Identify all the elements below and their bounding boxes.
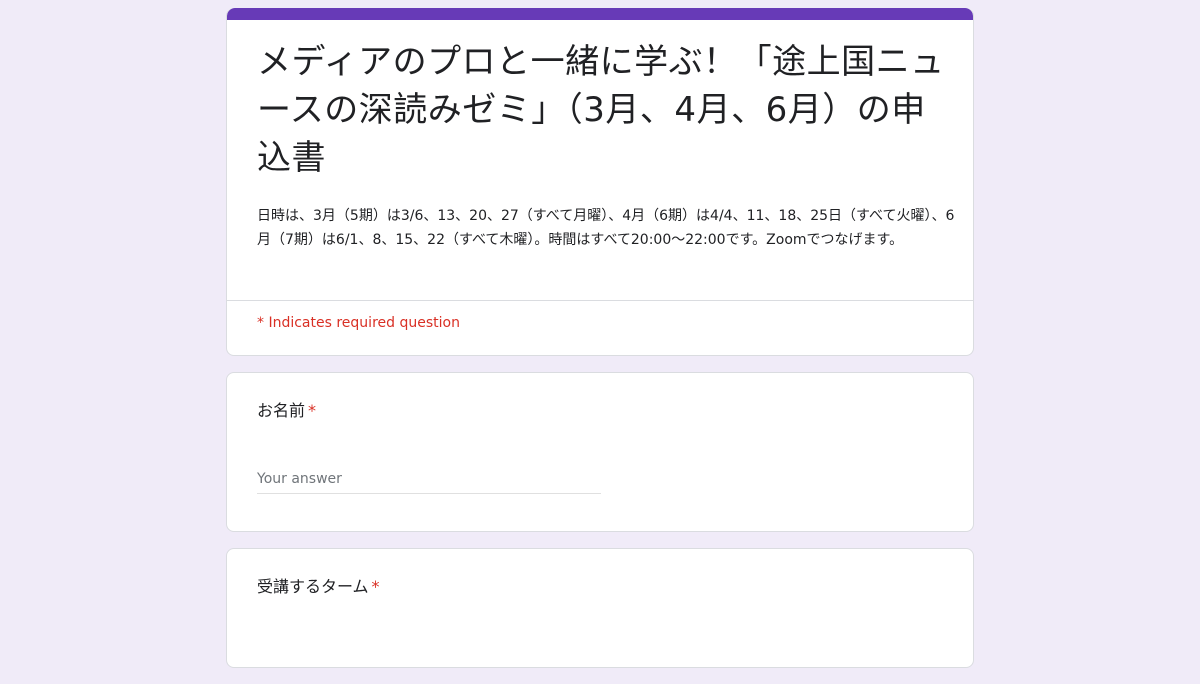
question-label: 受講するターム	[257, 577, 369, 596]
question-label: お名前	[257, 401, 306, 420]
required-star: *	[308, 401, 317, 420]
required-note: * Indicates required question	[257, 315, 460, 331]
question-card-term: 受講するターム *	[226, 548, 974, 668]
form-title: メディアのプロと一緒に学ぶ！「途上国ニュースの深読みゼミ」（3月、4月、6月）の…	[257, 42, 945, 178]
form-column: メディアのプロと一緒に学ぶ！「途上国ニュースの深読みゼミ」（3月、4月、6月）の…	[226, 8, 974, 684]
question-title: 受講するターム *	[257, 575, 380, 599]
header-accent-bar	[227, 8, 973, 20]
required-star: *	[371, 577, 380, 596]
question-card-name: お名前 *	[226, 372, 974, 532]
form-description: 日時は、3月（5期）は3/6、13、20、27（すべて月曜）、4月（6期）は4/…	[257, 208, 955, 248]
name-answer-input[interactable]	[257, 465, 601, 494]
question-title: お名前 *	[257, 399, 316, 423]
header-divider	[227, 300, 973, 301]
form-header-card: メディアのプロと一緒に学ぶ！「途上国ニュースの深読みゼミ」（3月、4月、6月）の…	[226, 8, 974, 356]
